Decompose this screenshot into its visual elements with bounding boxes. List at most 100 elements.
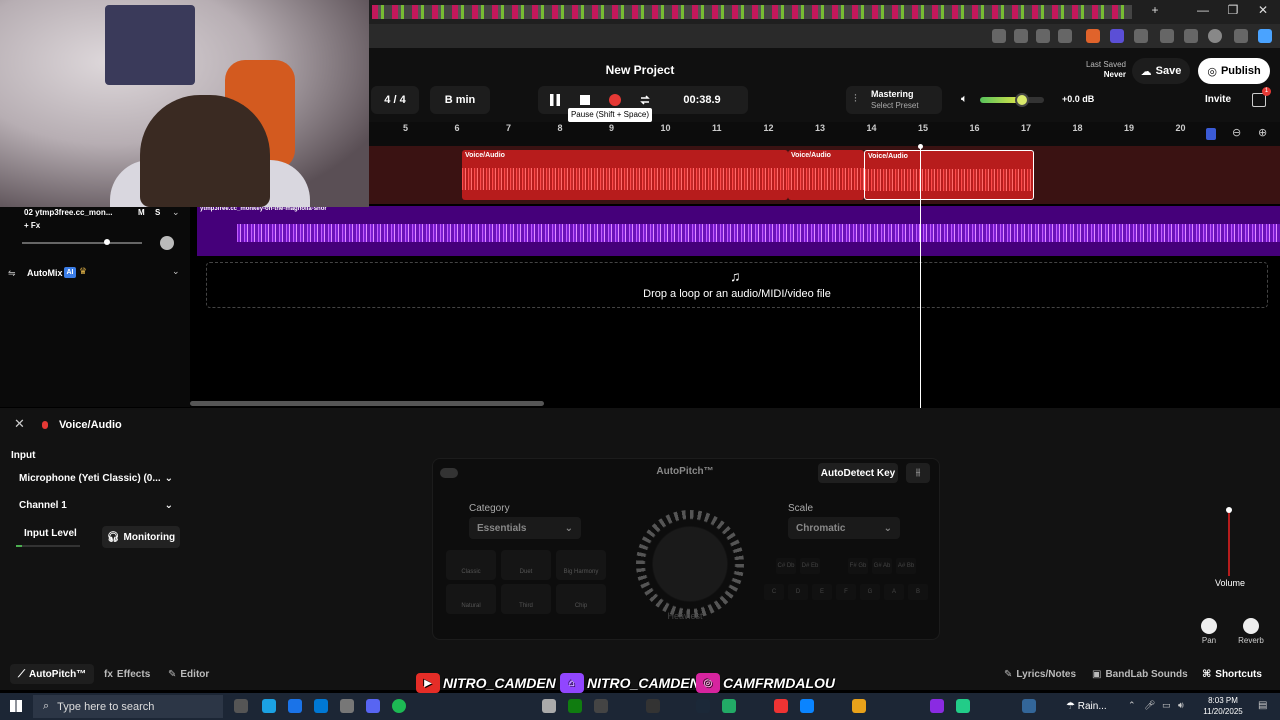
app-icon[interactable] xyxy=(594,699,608,713)
copilot-icon[interactable] xyxy=(1258,29,1272,43)
tab-editor[interactable]: ✎ Editor xyxy=(168,664,209,684)
close-window-button[interactable]: ✕ xyxy=(1248,3,1278,21)
app-icon[interactable] xyxy=(800,699,814,713)
key-button[interactable]: C# Db xyxy=(776,558,796,574)
edge-icon[interactable] xyxy=(262,699,276,713)
audio-clip[interactable]: Voice/Audio xyxy=(462,150,788,200)
key-button[interactable]: B xyxy=(908,584,928,600)
app-icon[interactable] xyxy=(930,699,944,713)
zoom-out-icon[interactable]: ⊖ xyxy=(1232,126,1241,139)
favorites-icon[interactable] xyxy=(1160,29,1174,43)
preset-classic[interactable]: Classic xyxy=(446,550,496,580)
minimize-button[interactable]: — xyxy=(1188,3,1218,21)
pause-button[interactable] xyxy=(548,93,562,107)
extension-icon[interactable] xyxy=(1134,29,1148,43)
chevron-down-icon[interactable]: ⌄ xyxy=(172,266,180,277)
solo-button[interactable]: S xyxy=(155,208,160,217)
app-icon[interactable] xyxy=(774,699,788,713)
collections-icon[interactable] xyxy=(1184,29,1198,43)
extension-icon[interactable] xyxy=(1036,29,1050,43)
playhead[interactable] xyxy=(920,146,921,408)
key-button[interactable]: G xyxy=(860,584,880,600)
bookmark-icon[interactable] xyxy=(1058,29,1072,43)
spotify-icon[interactable] xyxy=(392,699,406,713)
autodetect-key-button[interactable]: AutoDetect Key xyxy=(818,463,898,483)
automix-label[interactable]: AutoMix xyxy=(27,268,63,278)
xbox-icon[interactable] xyxy=(568,699,582,713)
input-device-dropdown[interactable]: Microphone (Yeti Classic) (0... ⌄ xyxy=(11,467,181,489)
tray-chevron-icon[interactable]: ⌃ xyxy=(1128,700,1136,711)
audio-clip-selected[interactable]: Voice/Audio xyxy=(864,150,1034,200)
app-icon[interactable] xyxy=(340,699,354,713)
key-button[interactable]: F# Gb xyxy=(848,558,868,574)
extension-icon[interactable] xyxy=(1110,29,1124,43)
publish-button[interactable]: ◎ Publish xyxy=(1198,58,1270,84)
track-2-lane[interactable] xyxy=(197,206,1280,256)
close-icon[interactable]: ✕ xyxy=(14,416,25,432)
new-tab-button[interactable]: + xyxy=(1140,3,1170,21)
track-pan-knob[interactable] xyxy=(160,236,174,250)
windows-start-icon[interactable] xyxy=(10,700,22,712)
track-volume-handle[interactable] xyxy=(104,239,110,245)
preset-natural[interactable]: Natural xyxy=(446,584,496,614)
tab-shortcuts[interactable]: ⌘ Shortcuts xyxy=(1202,664,1262,684)
key-button[interactable]: D# Eb xyxy=(800,558,820,574)
preset-big-harmony[interactable]: Big Harmony xyxy=(556,550,606,580)
extension-icon[interactable] xyxy=(1086,29,1100,43)
project-title[interactable]: New Project xyxy=(560,63,720,77)
chevron-down-icon[interactable]: ⌄ xyxy=(172,207,180,218)
channel-dropdown[interactable]: Channel 1 ⌄ xyxy=(11,494,181,516)
preset-duet[interactable]: Duet xyxy=(501,550,551,580)
app-icon[interactable] xyxy=(646,699,660,713)
key-button[interactable]: G# Ab xyxy=(872,558,892,574)
steam-icon[interactable] xyxy=(696,699,710,713)
invite-button[interactable]: Invite xyxy=(1196,89,1240,111)
save-button[interactable]: ☁ Save xyxy=(1132,58,1190,84)
key-button[interactable]: A xyxy=(884,584,904,600)
taskbar-search[interactable]: ⌕ Type here to search xyxy=(33,695,223,718)
record-button[interactable] xyxy=(608,93,622,107)
scale-dropdown[interactable]: Chromatic ⌄ xyxy=(788,517,900,539)
browser-tabs[interactable] xyxy=(372,5,1132,19)
volume-fader-handle[interactable] xyxy=(1226,507,1232,513)
reverb-knob[interactable] xyxy=(1243,618,1259,634)
zoom-in-icon[interactable]: ⊕ xyxy=(1258,126,1267,139)
task-view-icon[interactable] xyxy=(234,699,248,713)
speaker-icon[interactable]: 🔈︎ xyxy=(961,93,968,106)
mute-button[interactable]: M xyxy=(138,208,145,217)
key-button[interactable]: E xyxy=(812,584,832,600)
more-menu-icon[interactable] xyxy=(1234,29,1248,43)
loop-button[interactable] xyxy=(638,93,652,107)
autopitch-strength-dial[interactable] xyxy=(636,510,744,618)
tab-bandlab-sounds[interactable]: ▣ BandLab Sounds xyxy=(1092,664,1188,684)
audio-clip[interactable]: Voice/Audio xyxy=(788,150,864,200)
network-icon[interactable]: ▭ xyxy=(1162,700,1171,711)
app-icon[interactable] xyxy=(542,699,556,713)
snap-icon[interactable] xyxy=(1206,128,1216,140)
outlook-icon[interactable] xyxy=(314,699,328,713)
time-signature[interactable]: 4 / 4 xyxy=(371,86,419,114)
maximize-button[interactable]: ❐ xyxy=(1218,3,1248,21)
app-icon[interactable] xyxy=(956,699,970,713)
app-icon[interactable] xyxy=(1022,699,1036,713)
playhead-handle[interactable] xyxy=(918,144,923,149)
app-icon[interactable] xyxy=(288,699,302,713)
monitoring-button[interactable]: 🎧︎ Monitoring xyxy=(102,526,180,548)
track-volume-slider[interactable] xyxy=(22,242,142,244)
volume-icon[interactable]: 🔊︎ xyxy=(1178,700,1184,711)
app-icon[interactable] xyxy=(722,699,736,713)
category-dropdown[interactable]: Essentials ⌄ xyxy=(469,517,581,539)
master-volume-handle[interactable] xyxy=(1014,93,1029,107)
discord-icon[interactable] xyxy=(366,699,380,713)
tab-effects[interactable]: fx Effects xyxy=(104,664,150,684)
key-selector[interactable]: B min xyxy=(430,86,490,114)
key-button[interactable]: A# Bb xyxy=(896,558,916,574)
track-volume-fader[interactable] xyxy=(1228,510,1230,576)
system-clock[interactable]: 8:03 PM 11/20/2025 xyxy=(1198,695,1248,717)
notifications-icon[interactable]: ▤ xyxy=(1258,700,1267,711)
track-2-name[interactable]: 02 ytmp3free.cc_mon... xyxy=(24,208,112,217)
stop-button[interactable] xyxy=(578,93,592,107)
app-icon[interactable] xyxy=(852,699,866,713)
horizontal-scrollbar[interactable] xyxy=(190,401,544,406)
add-fx-button[interactable]: + Fx xyxy=(24,221,40,230)
